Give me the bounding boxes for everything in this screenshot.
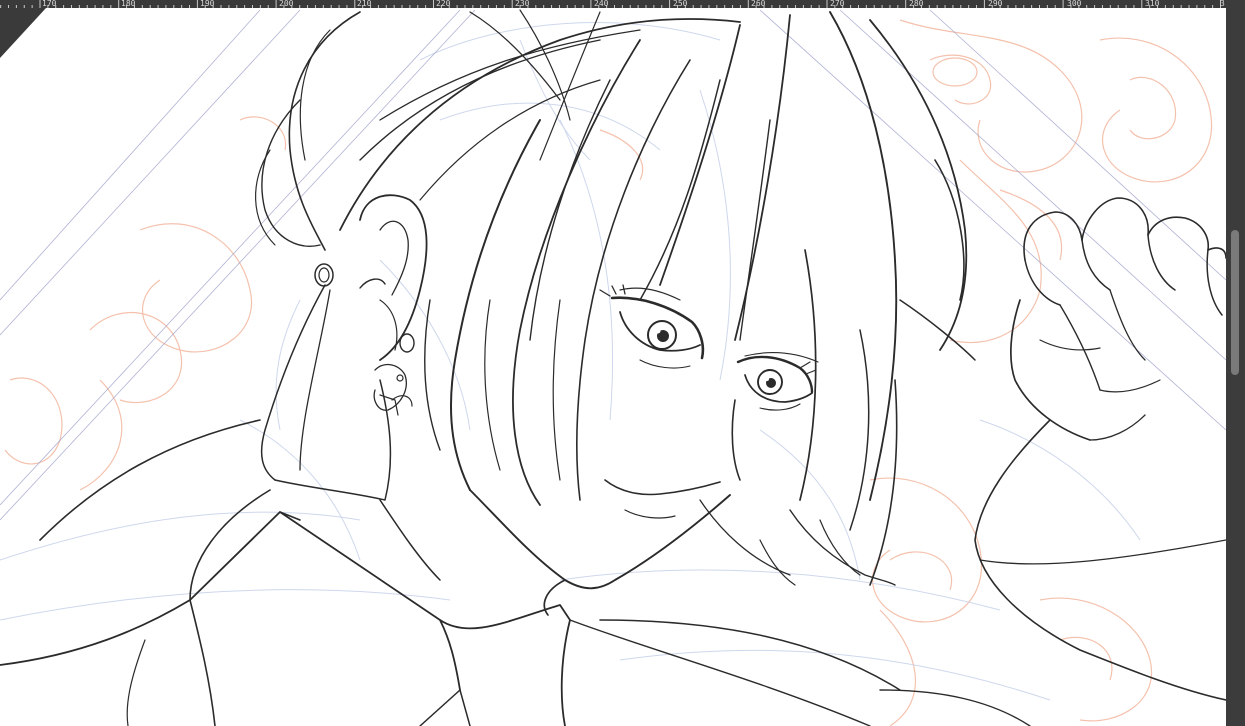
- ruler-ticks: [0, 0, 1221, 8]
- ruler-label: 3: [1220, 0, 1225, 8]
- ruler-label: 310: [1145, 0, 1160, 8]
- scrollbar-thumb[interactable]: [1231, 230, 1239, 375]
- ruler-label: 210: [357, 0, 372, 8]
- ruler-label: 270: [830, 0, 845, 8]
- ruler-label: 250: [673, 0, 688, 8]
- lineart-drawing: [0, 9, 1226, 726]
- blue-rough-layer: [0, 22, 1141, 701]
- ruler-label: 280: [909, 0, 924, 8]
- vertical-scrollbar[interactable]: [1226, 0, 1245, 726]
- ruler-label: 240: [594, 0, 609, 8]
- canvas-corner-triangle-icon: [0, 8, 46, 58]
- ruler-label: 220: [436, 0, 451, 8]
- ruler-label: 190: [200, 0, 215, 8]
- ruler-label: 230: [515, 0, 530, 8]
- ruler-label: 260: [751, 0, 766, 8]
- ruler-label: 290: [988, 0, 1003, 8]
- horizontal-ruler[interactable]: 170 180 190 200 210 220 230 240 250 260 …: [0, 0, 1228, 8]
- ruler-label: 300: [1067, 0, 1082, 8]
- ruler-label: 180: [121, 0, 136, 8]
- drawing-canvas[interactable]: [0, 8, 1226, 726]
- ruler-label: 200: [279, 0, 294, 8]
- ruler-label: 170: [42, 0, 57, 8]
